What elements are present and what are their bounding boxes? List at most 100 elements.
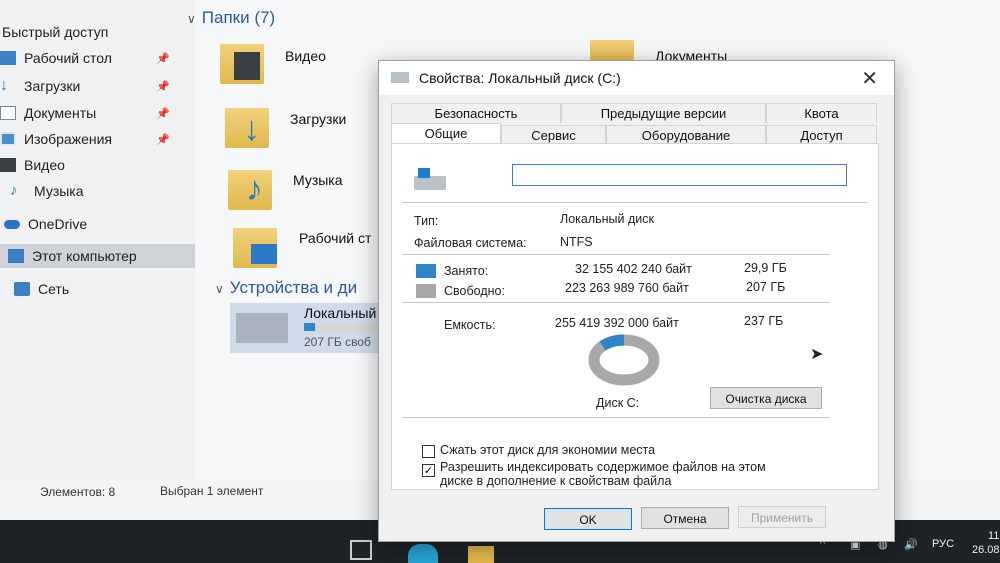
type-label: Тип:: [414, 214, 439, 228]
pin-icon: 📌: [156, 107, 170, 120]
desktop-folder-icon[interactable]: [233, 228, 277, 268]
nav-this-pc[interactable]: Этот компьютер: [0, 244, 195, 268]
picture-icon: [0, 132, 16, 146]
nav-documents[interactable]: Документы 📌: [0, 101, 190, 125]
film-icon: [0, 158, 16, 172]
edge-icon[interactable]: [408, 544, 438, 563]
folders-group-header[interactable]: ∨ Папки (7): [187, 8, 275, 28]
navigation-pane: Быстрый доступ Рабочий стол 📌 ↓ Загрузки…: [0, 0, 195, 480]
nav-label: Видео: [24, 157, 65, 173]
divider: [402, 254, 830, 255]
nav-label: Быстрый доступ: [2, 24, 109, 40]
status-item-count: Элементов: 8: [40, 485, 116, 499]
nav-network[interactable]: Сеть: [14, 277, 204, 301]
monitor-icon: [251, 244, 277, 264]
chevron-down-icon: ∨: [187, 12, 196, 26]
nav-label: Сеть: [38, 281, 70, 297]
nav-desktop[interactable]: Рабочий стол 📌: [0, 46, 190, 70]
compress-checkbox[interactable]: [422, 445, 435, 458]
used-bytes: 32 155 402 240 байт: [575, 262, 692, 276]
used-label: Занято:: [444, 264, 489, 278]
video-folder-icon[interactable]: [220, 44, 264, 84]
documents-folder-icon[interactable]: [590, 40, 634, 60]
dialog-title-bar[interactable]: Свойства: Локальный диск (C:) ✕: [379, 61, 894, 95]
document-icon: [0, 106, 16, 120]
folder-label-desktop[interactable]: Рабочий ст: [299, 230, 371, 246]
group-title: Папки (7): [201, 8, 276, 27]
close-icon[interactable]: ✕: [861, 66, 878, 91]
file-explorer-taskbar-icon[interactable]: [468, 546, 494, 563]
tab-general[interactable]: Общие: [391, 123, 501, 145]
film-icon: [234, 52, 260, 80]
cloud-icon: [4, 219, 20, 229]
language-indicator[interactable]: РУС: [932, 538, 954, 550]
index-label-line2: диске в дополнение к свойствам файла: [440, 474, 672, 488]
tab-security[interactable]: Безопасность: [391, 103, 561, 123]
nav-videos[interactable]: Видео: [0, 153, 190, 177]
ok-button[interactable]: OK: [544, 508, 632, 530]
tab-quota[interactable]: Квота: [766, 103, 877, 123]
network-icon: [14, 282, 30, 296]
capacity-label: Емкость:: [444, 318, 496, 332]
tab-previous-versions[interactable]: Предыдущие версии: [561, 103, 766, 123]
pin-icon: 📌: [156, 52, 170, 65]
nav-downloads[interactable]: ↓ Загрузки 📌: [0, 74, 190, 98]
nav-quick-access[interactable]: Быстрый доступ: [2, 20, 192, 44]
filesystem-label: Файловая система:: [414, 236, 527, 250]
capacity-gb: 237 ГБ: [744, 314, 784, 328]
nav-music[interactable]: ♪ Музыка: [10, 179, 200, 203]
chevron-down-icon: ∨: [215, 282, 224, 296]
free-color-swatch: [416, 284, 436, 298]
nav-onedrive[interactable]: OneDrive: [4, 212, 194, 236]
mouse-cursor-icon: ➤: [810, 346, 824, 363]
music-note-icon: ♪: [10, 182, 18, 199]
drive-name-input[interactable]: [512, 164, 847, 186]
group-title: Устройства и ди: [229, 278, 358, 297]
folder-label-videos[interactable]: Видео: [285, 48, 326, 64]
dialog-title: Свойства: Локальный диск (C:): [419, 70, 621, 86]
clock-time[interactable]: 11: [988, 530, 999, 542]
downloads-folder-icon[interactable]: ↓: [225, 108, 269, 148]
used-gb: 29,9 ГБ: [744, 261, 787, 275]
nav-pictures[interactable]: Изображения 📌: [0, 127, 190, 151]
tab-hardware[interactable]: Оборудование: [606, 125, 766, 145]
donut-used-segment: [599, 334, 625, 351]
task-view-icon[interactable]: [350, 540, 372, 560]
free-gb: 207 ГБ: [746, 280, 786, 294]
download-icon: ↓: [0, 77, 8, 94]
music-note-icon: ♪: [246, 170, 263, 208]
cancel-button[interactable]: Отмена: [641, 507, 729, 529]
volume-icon[interactable]: 🔊: [904, 538, 918, 551]
nav-label: Этот компьютер: [32, 248, 137, 264]
hard-drive-icon: [414, 168, 446, 190]
folder-label-downloads[interactable]: Загрузки: [290, 111, 346, 127]
index-checkbox[interactable]: ✓: [422, 464, 435, 477]
general-tab-panel: Тип: Локальный диск Файловая система: NT…: [391, 143, 879, 490]
compress-label: Сжать этот диск для экономии места: [440, 443, 656, 457]
drive-label: Локальный: [304, 305, 377, 321]
type-value: Локальный диск: [560, 212, 654, 226]
music-folder-icon[interactable]: ♪: [228, 170, 272, 210]
tab-sharing[interactable]: Доступ: [766, 125, 877, 145]
nav-label: Рабочий стол: [24, 50, 112, 66]
drive-icon: [391, 72, 409, 83]
nav-label: Изображения: [24, 131, 112, 147]
download-arrow-icon: ↓: [243, 110, 260, 148]
capacity-bytes: 255 419 392 000 байт: [555, 316, 679, 330]
nav-label: Загрузки: [24, 78, 81, 94]
pin-icon: 📌: [156, 80, 170, 93]
clock-date[interactable]: 26.08: [972, 544, 1000, 556]
hard-drive-icon: [236, 313, 288, 343]
status-selected: Выбран 1 элемент: [160, 484, 264, 498]
apply-button[interactable]: Применить: [738, 506, 826, 528]
folder-label-music[interactable]: Музыка: [293, 172, 343, 188]
pin-icon: 📌: [156, 133, 170, 146]
nav-label: OneDrive: [28, 216, 88, 232]
devices-group-header[interactable]: ∨ Устройства и ди: [215, 278, 357, 298]
filesystem-value: NTFS: [560, 235, 593, 249]
drive-free: 207 ГБ своб: [304, 335, 371, 349]
disk-properties-dialog: Свойства: Локальный диск (C:) ✕ Безопасн…: [378, 60, 895, 542]
disk-cleanup-button[interactable]: Очистка диска: [710, 387, 822, 409]
free-bytes: 223 263 989 760 байт: [565, 281, 689, 295]
tab-tools[interactable]: Сервис: [501, 125, 606, 145]
